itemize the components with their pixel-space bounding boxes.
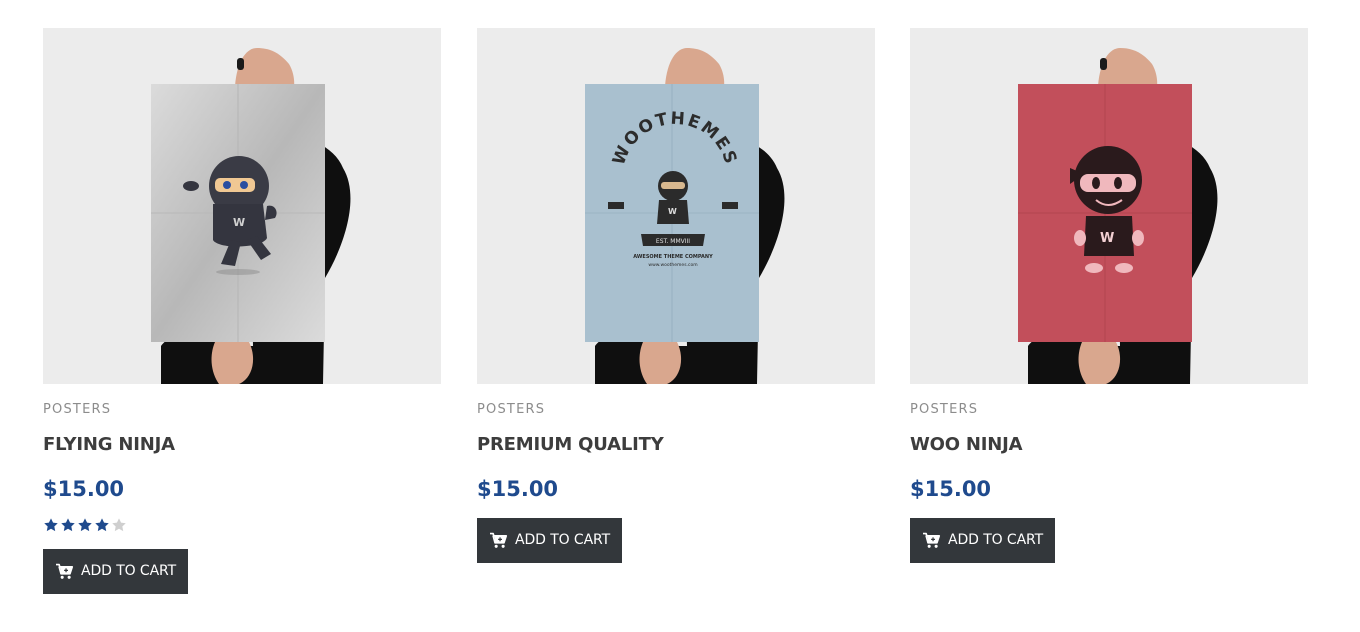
product-card-flying-ninja: W POSTERS FLYING NINJA $15.00 ADD TO CAR… [43, 28, 441, 594]
svg-text:W: W [668, 207, 677, 216]
product-title[interactable]: FLYING NINJA [43, 435, 441, 455]
svg-text:W: W [1100, 231, 1114, 246]
poster-banner-text: EST. MMVIII [656, 238, 690, 245]
product-image-woo-ninja[interactable]: W [910, 28, 1308, 384]
cart-icon [490, 532, 508, 548]
product-price: $15.00 [43, 477, 125, 501]
product-category[interactable]: POSTERS [910, 403, 1308, 417]
star-icon [44, 518, 58, 532]
add-to-cart-button[interactable]: ADD TO CART [910, 518, 1056, 563]
poster-line2-text: www.woothemes.com [648, 262, 697, 268]
product-category[interactable]: POSTERS [477, 403, 875, 417]
product-price: $15.00 [477, 477, 559, 501]
add-to-cart-label: ADD TO CART [515, 532, 611, 548]
add-to-cart-label: ADD TO CART [81, 563, 177, 579]
add-to-cart-label: ADD TO CART [948, 532, 1044, 548]
star-icon [95, 518, 109, 532]
cart-icon [923, 532, 941, 548]
add-to-cart-button[interactable]: ADD TO CART [477, 518, 623, 563]
product-card-woo-ninja: W POSTERS WOO NINJA $15.00 ADD TO CART [910, 28, 1308, 563]
product-title[interactable]: PREMIUM QUALITY [477, 435, 875, 455]
star-icon [112, 518, 126, 532]
star-icon [61, 518, 75, 532]
add-to-cart-button[interactable]: ADD TO CART [43, 549, 189, 594]
star-icon [78, 518, 92, 532]
rating-stars [43, 517, 441, 533]
cart-icon [56, 563, 74, 579]
product-category[interactable]: POSTERS [43, 403, 441, 417]
poster-line1-text: AWESOME THEME COMPANY [633, 254, 713, 260]
product-title[interactable]: WOO NINJA [910, 435, 1308, 455]
product-card-premium-quality: WOOTHEMES W EST. MMVIII AWESOME THEME CO… [477, 28, 875, 563]
product-price: $15.00 [910, 477, 992, 501]
product-grid: W POSTERS FLYING NINJA $15.00 ADD TO CAR… [0, 0, 1360, 632]
product-image-premium-quality[interactable]: WOOTHEMES W EST. MMVIII AWESOME THEME CO… [477, 28, 875, 384]
svg-text:W: W [233, 216, 245, 229]
product-image-flying-ninja[interactable]: W [43, 28, 441, 384]
